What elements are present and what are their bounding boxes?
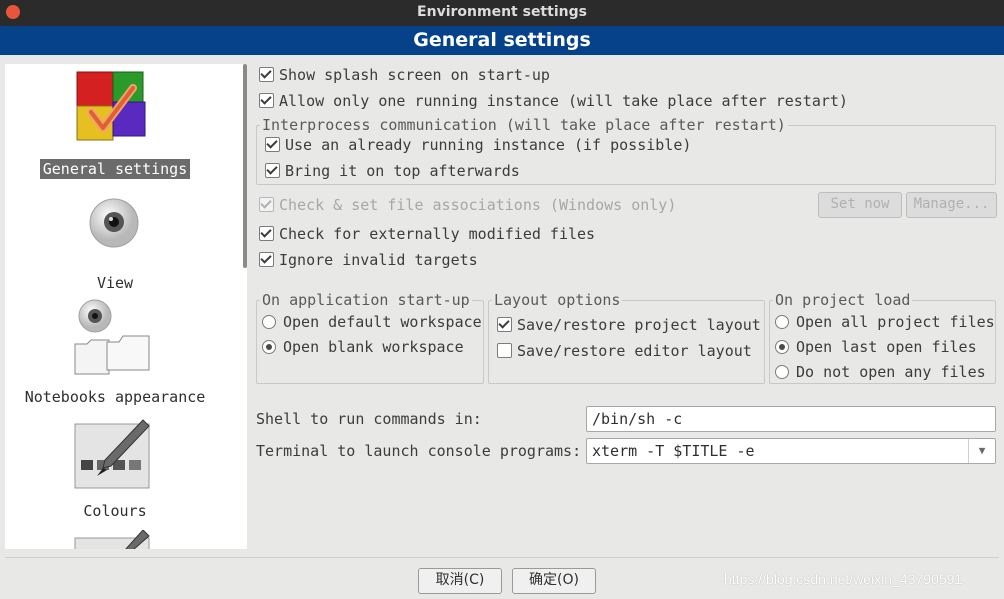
- project-layout-label: Save/restore project layout: [517, 316, 761, 334]
- load-none-label: Do not open any files: [796, 363, 986, 381]
- editor-layout-label: Save/restore editor layout: [517, 342, 752, 360]
- settings-sidebar[interactable]: General settings View Notebooks appearan…: [5, 64, 247, 549]
- shell-input[interactable]: /bin/sh -c: [586, 406, 996, 432]
- use-running-checkbox[interactable]: [265, 137, 280, 152]
- window-titlebar: Environment settings: [0, 0, 1004, 26]
- single-instance-checkbox-row[interactable]: Allow only one running instance (will ta…: [259, 92, 848, 110]
- load-all-radio[interactable]: [775, 315, 789, 329]
- load-option-all[interactable]: Open all project files: [775, 313, 995, 331]
- notebooks-icon: [73, 298, 153, 378]
- modified-label: Check for externally modified files: [279, 225, 596, 243]
- project-layout-checkbox[interactable]: [497, 317, 512, 332]
- sidebar-item-label: Colours: [83, 502, 147, 520]
- ignore-invalid-label: Ignore invalid targets: [279, 251, 478, 269]
- load-option-last[interactable]: Open last open files: [775, 338, 977, 356]
- shell-label: Shell to run commands in:: [256, 410, 482, 428]
- terminal-combobox[interactable]: xterm -T $TITLE -e ▼: [586, 438, 996, 464]
- load-none-radio[interactable]: [775, 365, 789, 379]
- sidebar-item-label: View: [96, 274, 134, 292]
- load-last-radio[interactable]: [775, 340, 789, 354]
- startup-blank-label: Open blank workspace: [283, 338, 464, 356]
- page-title: General settings: [413, 29, 591, 51]
- ignore-invalid-checkbox[interactable]: [259, 252, 274, 267]
- sidebar-item-general-settings[interactable]: General settings: [5, 159, 225, 179]
- splash-label: Show splash screen on start-up: [279, 66, 550, 84]
- settings-cubes-icon: [73, 68, 149, 144]
- bring-top-checkbox[interactable]: [265, 163, 280, 178]
- startup-default-label: Open default workspace: [283, 313, 482, 331]
- load-all-label: Open all project files: [796, 313, 995, 331]
- single-instance-checkbox[interactable]: [259, 93, 274, 108]
- layout-group-title: Layout options: [492, 291, 623, 309]
- startup-option-default[interactable]: Open default workspace: [262, 313, 482, 331]
- cancel-button[interactable]: 取消(C): [418, 568, 502, 594]
- bring-top-label: Bring it on top afterwards: [285, 162, 520, 180]
- terminal-combobox-value: xterm -T $TITLE -e: [592, 442, 755, 460]
- file-assoc-checkbox: [259, 197, 274, 212]
- project-load-group: On project load Open all project files O…: [769, 291, 996, 384]
- ipc-group-title: Interprocess communication (will take pl…: [260, 116, 788, 134]
- sidebar-item-label: Notebooks appearance: [24, 388, 206, 406]
- splash-checkbox-row[interactable]: Show splash screen on start-up: [259, 66, 550, 84]
- sidebar-item-label: General settings: [39, 159, 191, 179]
- ipc-group: Interprocess communication (will take pl…: [256, 116, 996, 185]
- manage-button: Manage...: [906, 192, 997, 218]
- terminal-label: Terminal to launch console programs:: [256, 442, 582, 460]
- project-layout-checkbox-row[interactable]: Save/restore project layout: [497, 316, 761, 334]
- watermark-text: https://blog.csdn.net/weixin_43790591: [724, 571, 963, 587]
- ignore-invalid-checkbox-row[interactable]: Ignore invalid targets: [259, 251, 478, 269]
- startup-default-radio[interactable]: [262, 315, 276, 329]
- next-category-icon: [73, 529, 153, 549]
- modified-checkbox-row[interactable]: Check for externally modified files: [259, 225, 595, 243]
- startup-option-blank[interactable]: Open blank workspace: [262, 338, 464, 356]
- project-load-group-title: On project load: [773, 291, 913, 309]
- file-assoc-label: Check & set file associations (Windows o…: [279, 196, 677, 214]
- layout-group: Layout options Save/restore project layo…: [488, 291, 765, 384]
- set-now-button: Set now: [818, 192, 902, 218]
- modified-checkbox[interactable]: [259, 226, 274, 241]
- window-title: Environment settings: [417, 4, 587, 20]
- sidebar-item-notebooks-appearance[interactable]: Notebooks appearance: [5, 387, 225, 407]
- sidebar-scrollbar[interactable]: [243, 64, 247, 268]
- load-last-label: Open last open files: [796, 338, 977, 356]
- dropdown-arrow-icon[interactable]: ▼: [968, 439, 995, 463]
- shell-input-value: /bin/sh -c: [592, 410, 683, 428]
- load-option-none[interactable]: Do not open any files: [775, 363, 986, 381]
- use-running-checkbox-row[interactable]: Use an already running instance (if poss…: [265, 136, 691, 154]
- eye-icon: [87, 196, 141, 250]
- startup-group-title: On application start-up: [260, 291, 472, 309]
- editor-layout-checkbox[interactable]: [497, 343, 512, 358]
- startup-blank-radio[interactable]: [262, 340, 276, 354]
- sidebar-item-view[interactable]: View: [5, 273, 225, 293]
- palette-icon: [73, 416, 153, 492]
- sidebar-item-colours[interactable]: Colours: [5, 501, 225, 521]
- file-assoc-checkbox-row: Check & set file associations (Windows o…: [259, 196, 676, 214]
- single-instance-label: Allow only one running instance (will ta…: [279, 92, 848, 110]
- splash-checkbox[interactable]: [259, 67, 274, 82]
- page-header: General settings: [0, 26, 1004, 55]
- bring-top-checkbox-row[interactable]: Bring it on top afterwards: [265, 162, 520, 180]
- use-running-label: Use an already running instance (if poss…: [285, 136, 692, 154]
- startup-group: On application start-up Open default wor…: [256, 291, 484, 384]
- footer-divider: [5, 557, 999, 558]
- close-window-button[interactable]: [6, 5, 20, 19]
- editor-layout-checkbox-row[interactable]: Save/restore editor layout: [497, 342, 752, 360]
- ok-button[interactable]: 确定(O): [512, 568, 596, 594]
